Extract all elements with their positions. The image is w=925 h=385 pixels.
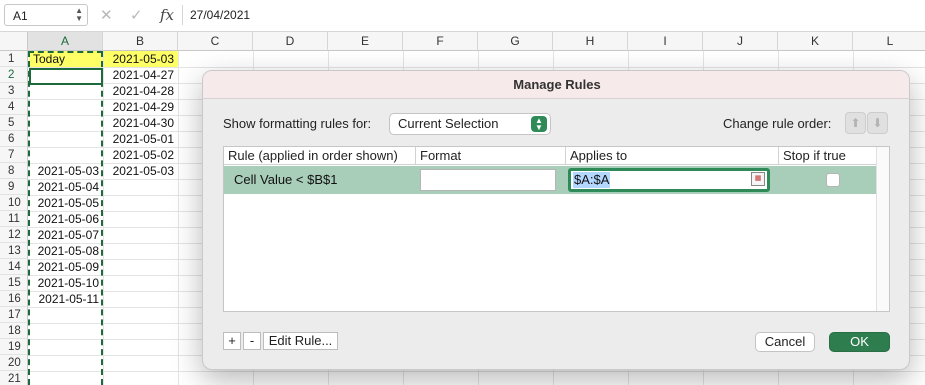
row-header-15[interactable]: 15 xyxy=(0,275,28,291)
cell-b6[interactable]: 2021-05-01 xyxy=(104,131,178,147)
col-header-format[interactable]: Format xyxy=(416,147,566,165)
row-header-17[interactable]: 17 xyxy=(0,307,28,323)
column-header-i[interactable]: I xyxy=(628,32,703,51)
formula-input[interactable]: 27/04/2021 xyxy=(190,8,250,22)
cancel-button[interactable]: Cancel xyxy=(755,332,815,352)
table-scrollbar[interactable] xyxy=(876,147,889,311)
edit-rule-button[interactable]: Edit Rule... xyxy=(263,332,338,350)
show-rules-label: Show formatting rules for: xyxy=(223,116,372,131)
column-header-k[interactable]: K xyxy=(778,32,853,51)
column-header-h[interactable]: H xyxy=(553,32,628,51)
column-header-a[interactable]: A xyxy=(28,32,103,51)
column-header-b[interactable]: B xyxy=(103,32,178,51)
row-header-18[interactable]: 18 xyxy=(0,323,28,339)
col-header-stop-if-true[interactable]: Stop if true xyxy=(779,147,889,165)
grid-line xyxy=(178,51,179,385)
column-header-l[interactable]: L xyxy=(853,32,925,51)
move-down-icon[interactable]: ⬇ xyxy=(867,112,888,134)
row-header-6[interactable]: 6 xyxy=(0,131,28,147)
name-box-value: A1 xyxy=(13,9,28,23)
row-header-3[interactable]: 3 xyxy=(0,83,28,99)
checkmark-icon[interactable]: ✓ xyxy=(130,6,143,24)
ok-button[interactable]: OK xyxy=(829,332,890,352)
rule-order-buttons: ⬆ ⬇ xyxy=(845,112,889,134)
row-header-16[interactable]: 16 xyxy=(0,291,28,307)
x-icon[interactable]: ✕ xyxy=(100,6,113,24)
row-header-11[interactable]: 11 xyxy=(0,211,28,227)
row-header-21[interactable]: 21 xyxy=(0,371,28,385)
grid-line xyxy=(28,371,925,372)
row-header-10[interactable]: 10 xyxy=(0,195,28,211)
cell-b8[interactable]: 2021-05-03 xyxy=(104,163,178,179)
add-rule-button[interactable]: + xyxy=(223,332,241,350)
rules-table: Rule (applied in order shown) Format App… xyxy=(223,146,890,312)
column-header-d[interactable]: D xyxy=(253,32,328,51)
row-header-19[interactable]: 19 xyxy=(0,339,28,355)
show-rules-value: Current Selection xyxy=(398,116,499,131)
show-rules-select[interactable]: Current Selection ▲ ▼ xyxy=(389,113,551,135)
column-header-f[interactable]: F xyxy=(403,32,478,51)
column-header-e[interactable]: E xyxy=(328,32,403,51)
cell-b2[interactable]: 2021-04-27 xyxy=(104,67,178,83)
formula-bar: A1 ▲ ▼ ✕ ✓ fx 27/04/2021 xyxy=(0,0,925,32)
name-box-stepper-icon[interactable]: ▲ ▼ xyxy=(75,7,83,23)
column-header-c[interactable]: C xyxy=(178,32,253,51)
rule-row[interactable]: Cell Value < $B$1 $A:$A ▦ xyxy=(224,166,876,194)
formula-bar-divider xyxy=(182,5,183,25)
row-header-14[interactable]: 14 xyxy=(0,259,28,275)
applies-to-field[interactable]: $A:$A ▦ xyxy=(568,168,770,192)
manage-rules-dialog: Manage Rules Show formatting rules for: … xyxy=(202,70,910,370)
name-box[interactable]: A1 ▲ ▼ xyxy=(4,4,88,26)
column-header-g[interactable]: G xyxy=(478,32,553,51)
active-cell-outline xyxy=(29,68,103,85)
select-stepper-icon: ▲ ▼ xyxy=(531,116,547,132)
move-up-icon[interactable]: ⬆ xyxy=(845,112,866,134)
row-header-2[interactable]: 2 xyxy=(0,67,28,83)
stop-if-true-checkbox[interactable] xyxy=(826,173,840,187)
cell-b1[interactable]: 2021-05-03 xyxy=(104,51,178,67)
format-preview xyxy=(420,169,556,191)
rule-description: Cell Value < $B$1 xyxy=(234,172,338,187)
cell-b4[interactable]: 2021-04-29 xyxy=(104,99,178,115)
row-header-9[interactable]: 9 xyxy=(0,179,28,195)
range-picker-icon[interactable]: ▦ xyxy=(751,172,765,186)
fx-icon[interactable]: fx xyxy=(160,6,174,24)
col-header-rule[interactable]: Rule (applied in order shown) xyxy=(224,147,416,165)
row-header-4[interactable]: 4 xyxy=(0,99,28,115)
row-header-13[interactable]: 13 xyxy=(0,243,28,259)
applies-to-value: $A:$A xyxy=(573,172,611,188)
row-header-12[interactable]: 12 xyxy=(0,227,28,243)
row-header-5[interactable]: 5 xyxy=(0,115,28,131)
cell-b3[interactable]: 2021-04-28 xyxy=(104,83,178,99)
column-header-j[interactable]: J xyxy=(703,32,778,51)
select-all-corner[interactable] xyxy=(0,32,28,51)
remove-rule-button[interactable]: - xyxy=(243,332,261,350)
row-header-7[interactable]: 7 xyxy=(0,147,28,163)
copy-selection-marquee xyxy=(28,51,103,385)
col-header-applies-to[interactable]: Applies to xyxy=(566,147,779,165)
row-header-8[interactable]: 8 xyxy=(0,163,28,179)
dialog-title: Manage Rules xyxy=(203,71,909,99)
change-order-label: Change rule order: xyxy=(723,116,832,131)
row-header-1[interactable]: 1 xyxy=(0,51,28,67)
cell-b7[interactable]: 2021-05-02 xyxy=(104,147,178,163)
excel-window: A1 ▲ ▼ ✕ ✓ fx 27/04/2021 ABCDEFGHIJKL1234… xyxy=(0,0,925,385)
row-header-20[interactable]: 20 xyxy=(0,355,28,371)
cell-b5[interactable]: 2021-04-30 xyxy=(104,115,178,131)
